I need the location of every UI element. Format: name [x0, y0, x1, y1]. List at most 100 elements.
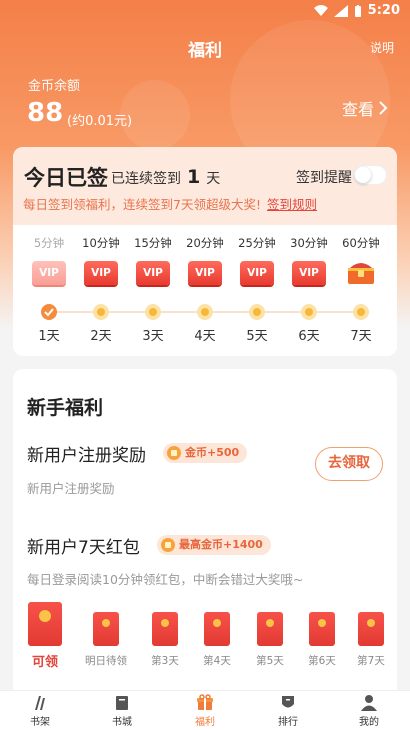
battery-icon: [354, 4, 361, 17]
red-envelope-icon: [309, 612, 335, 646]
newbie-title: 新手福利: [27, 397, 104, 419]
register-title: 新用户注册奖励: [27, 446, 146, 466]
page-title: 福利: [188, 41, 222, 61]
vip-reward-badge: VIP: [188, 261, 222, 285]
envelope-seal: [213, 619, 221, 627]
checkin-day-label: 5天: [246, 329, 268, 344]
bookstore-icon: [116, 696, 128, 710]
checkin-day-minutes: 60分钟: [342, 236, 380, 250]
checkin-rule-link[interactable]: 签到规则: [267, 197, 317, 212]
checkin-day-minutes: 25分钟: [238, 236, 276, 250]
remind-toggle[interactable]: [353, 165, 387, 185]
signal-icon: [333, 4, 348, 17]
checkin-day-label: 7天: [350, 329, 372, 344]
red-envelope-icon: [152, 612, 178, 646]
checkin-day-minutes: 10分钟: [82, 236, 120, 250]
checkin-day-label: 1天: [38, 329, 60, 344]
streak-unit: 天: [206, 171, 221, 187]
view-coins-button[interactable]: 查看: [342, 96, 388, 120]
treasure-chest-icon: [348, 263, 374, 284]
checkin-day-label: 3天: [142, 329, 164, 344]
vip-reward-badge: VIP: [292, 261, 326, 285]
redpack-day-3: [140, 602, 190, 646]
help-link[interactable]: 说明: [370, 39, 394, 56]
register-coin-tag: 金币+500: [163, 443, 248, 463]
coin-icon: [161, 538, 175, 552]
tab-ranking[interactable]: 排行: [258, 694, 318, 728]
red-envelope-icon: [204, 612, 230, 646]
red-envelope-icon: [358, 612, 384, 646]
tab-label: 我的: [359, 717, 379, 728]
redpack-day-4: [192, 602, 242, 646]
gift-icon: [197, 694, 213, 710]
tab-label: 书架: [30, 717, 50, 728]
checkin-day-6: 30分钟 VIP: [283, 235, 335, 285]
checkin-pending-coin-icon: [145, 304, 161, 320]
bottom-tab-bar: 书架 书城 福利 排行 我的: [0, 690, 410, 730]
checkin-desc: 每日签到领福利，连续签到7天领超级大奖! 签到规则: [23, 194, 317, 213]
checkin-day-3: 15分钟 VIP: [127, 235, 179, 285]
bookshelf-icon: [35, 696, 45, 710]
redpack-tag-text: 最高金币+1400: [179, 538, 263, 551]
checkin-day-minutes: 30分钟: [290, 236, 328, 250]
redpack-day-1[interactable]: [20, 602, 70, 646]
checkin-day-minutes: 5分钟: [33, 236, 65, 250]
checkin-desc-text: 每日签到领福利，连续签到7天领超级大奖!: [23, 197, 261, 212]
redpack-desc: 每日登录阅读10分钟领红包，中断会错过大奖哦~: [27, 572, 304, 587]
view-coins-label: 查看: [341, 100, 374, 119]
redpack-day-label: 第5天: [256, 655, 284, 667]
claim-register-button[interactable]: 去领取: [315, 447, 383, 481]
redpack-day-label: 第6天: [308, 655, 336, 667]
checkin-pending-coin-icon: [249, 304, 265, 320]
checkin-card: 今日已签 已连续签到 1 天 签到提醒 每日签到领福利，连续签到7天领超级大奖!…: [13, 147, 397, 356]
wifi-icon: [313, 4, 328, 16]
newbie-card: 新手福利 新用户注册奖励 金币+500 新用户注册奖励 去领取 新用户7天红包 …: [13, 369, 397, 699]
checkin-day-label: 2天: [90, 329, 112, 344]
checkin-day-label: 6天: [298, 329, 320, 344]
envelope-seal: [161, 619, 169, 627]
coin-balance-label: 金币余额: [28, 79, 81, 94]
coin-balance-approx: (约0.01元): [67, 114, 133, 129]
tab-label: 福利: [195, 717, 215, 728]
toggle-knob: [355, 167, 371, 183]
tab-label: 排行: [278, 717, 298, 728]
register-tag-text: 金币+500: [185, 446, 240, 459]
coin-icon: [167, 446, 181, 460]
chevron-right-icon: [379, 101, 388, 115]
checkin-done-check-icon: [41, 304, 57, 320]
vip-reward-badge: VIP: [32, 261, 66, 285]
checkin-pending-coin-icon: [301, 304, 317, 320]
envelope-seal: [39, 610, 51, 622]
tab-bookstore[interactable]: 书城: [92, 694, 152, 728]
tab-bookshelf[interactable]: 书架: [10, 694, 70, 728]
checkin-header: 今日已签 已连续签到 1 天 签到提醒 每日签到领福利，连续签到7天领超级大奖!…: [13, 147, 397, 225]
checkin-day-4: 20分钟 VIP: [179, 235, 231, 285]
streak-days: 1: [187, 166, 201, 188]
checkin-streak: 已连续签到 1 天: [111, 166, 220, 188]
vip-reward-badge: VIP: [136, 261, 170, 285]
redpack-title: 新用户7天红包: [27, 538, 140, 558]
profile-icon: [361, 695, 377, 711]
redpack-day-label: 第3天: [151, 655, 179, 667]
vip-reward-badge: VIP: [84, 261, 118, 285]
status-bar: 5:20: [0, 0, 410, 22]
checkin-day-minutes: 15分钟: [134, 236, 172, 250]
red-envelope-icon: [93, 612, 119, 646]
checkin-day-1: 5分钟 VIP: [23, 235, 75, 285]
vip-reward-badge: VIP: [240, 261, 274, 285]
tab-profile[interactable]: 我的: [339, 694, 399, 728]
red-envelope-icon: [28, 602, 62, 646]
checkin-pending-coin-icon: [197, 304, 213, 320]
redpack-day-6: [297, 602, 347, 646]
streak-prefix: 已连续签到: [111, 171, 181, 187]
redpack-day-label: 明日待领: [85, 655, 127, 667]
checkin-day-minutes: 20分钟: [186, 236, 224, 250]
tab-welfare[interactable]: 福利: [175, 694, 235, 728]
check-icon: [44, 308, 54, 317]
redpack-coin-tag: 最高金币+1400: [157, 535, 271, 555]
checkin-day-7: 60分钟: [335, 235, 387, 290]
envelope-seal: [367, 619, 375, 627]
checkin-day-label: 4天: [194, 329, 216, 344]
redpack-day-7: [346, 602, 396, 646]
checkin-day-2: 10分钟 VIP: [75, 235, 127, 285]
